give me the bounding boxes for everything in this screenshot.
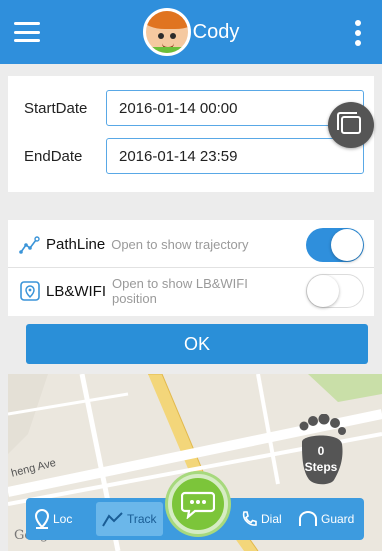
lbwifi-location-icon bbox=[8, 280, 42, 302]
end-date-field[interactable]: 2016-01-14 23:59 bbox=[106, 138, 364, 174]
pathline-icon bbox=[8, 235, 42, 254]
start-date-label: StartDate bbox=[24, 99, 88, 117]
display-options-card: PathLine Open to show trajectory LB&WIFI… bbox=[8, 220, 374, 316]
pathline-label: PathLine bbox=[46, 236, 106, 253]
nav-guard[interactable]: Guard bbox=[298, 498, 354, 540]
chat-bubble-icon bbox=[181, 491, 215, 519]
nav-track-label: Track bbox=[127, 512, 157, 526]
more-options-icon[interactable] bbox=[354, 20, 362, 46]
pathline-option-row: PathLine Open to show trajectory bbox=[8, 222, 374, 268]
pathline-toggle[interactable] bbox=[306, 227, 364, 262]
nav-loc[interactable]: Loc bbox=[34, 498, 72, 540]
date-range-card: StartDate 2016-01-14 00:00 EndDate 2016-… bbox=[8, 76, 374, 192]
location-pin-icon bbox=[34, 509, 50, 529]
lbwifi-option-row: LB&WIFI Open to show LB&WIFI position bbox=[8, 268, 374, 314]
app-header: Cody bbox=[0, 0, 382, 64]
voice-chat-button[interactable] bbox=[168, 474, 228, 534]
lbwifi-label: LB&WIFI bbox=[46, 282, 107, 300]
avatar[interactable] bbox=[142, 8, 191, 56]
pathline-hint: Open to show trajectory bbox=[111, 237, 249, 252]
nav-guard-label: Guard bbox=[321, 512, 355, 526]
lbwifi-hint: Open to show LB&WIFI position bbox=[112, 276, 248, 306]
ok-button[interactable]: OK bbox=[26, 324, 368, 364]
nav-dial[interactable]: Dial bbox=[240, 498, 282, 540]
toggle-knob bbox=[331, 228, 363, 261]
track-path-icon bbox=[102, 512, 123, 527]
steps-counter[interactable]: 0 Steps bbox=[296, 413, 346, 486]
nav-loc-label: Loc bbox=[53, 512, 73, 526]
end-date-row: EndDate 2016-01-14 23:59 bbox=[8, 138, 374, 174]
phone-icon bbox=[242, 511, 257, 526]
nav-track[interactable]: Track bbox=[96, 502, 163, 536]
page-title: Cody bbox=[192, 20, 240, 43]
hamburger-menu-icon[interactable] bbox=[14, 22, 40, 42]
nav-dial-label: Dial bbox=[261, 512, 282, 526]
lbwifi-toggle[interactable] bbox=[306, 274, 364, 308]
start-date-field[interactable]: 2016-01-14 00:00 bbox=[106, 90, 364, 126]
guard-fence-icon bbox=[299, 511, 317, 526]
steps-label: Steps bbox=[304, 460, 338, 474]
toggle-knob bbox=[307, 275, 339, 307]
header-title-group: Cody bbox=[142, 8, 240, 56]
start-date-row: StartDate 2016-01-14 00:00 bbox=[8, 90, 374, 126]
floating-window-button[interactable] bbox=[328, 102, 374, 148]
steps-count: 0 bbox=[317, 444, 325, 458]
end-date-label: EndDate bbox=[24, 147, 83, 165]
window-icon bbox=[337, 112, 361, 134]
